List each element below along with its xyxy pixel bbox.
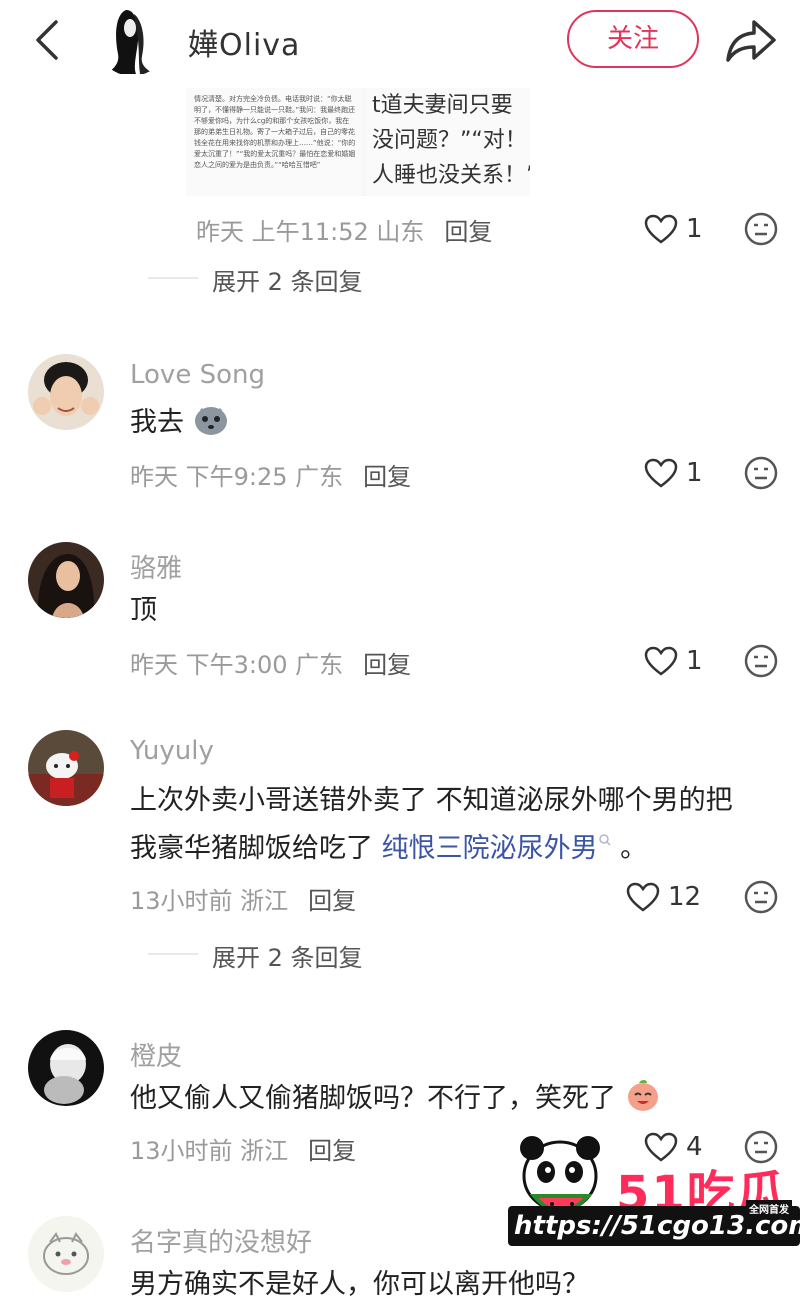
expand-replies-button[interactable]: 展开 2 条回复 xyxy=(212,262,363,297)
like-count: 1 xyxy=(686,458,703,488)
share-icon xyxy=(726,20,776,62)
hashtag-search-link[interactable]: 纯恨三院泌尿外男 xyxy=(382,833,598,864)
chevron-left-icon xyxy=(36,20,58,60)
emoji-reply-icon[interactable] xyxy=(744,644,778,678)
follow-button[interactable]: 关注 xyxy=(567,10,699,68)
like-button[interactable]: 1 xyxy=(644,210,704,250)
emoji-reply-icon[interactable] xyxy=(744,880,778,914)
post-image[interactable]: 情况清楚。对方完全冷负债。电话我时说：“你太聪明了，不懂得静一只能说一只鞋。”我… xyxy=(186,88,530,196)
expand-replies-button[interactable]: 展开 2 条回复 xyxy=(212,938,363,973)
laughing-peach-emoji-icon xyxy=(627,1080,658,1111)
heart-icon xyxy=(644,646,678,676)
like-count: 1 xyxy=(686,214,703,244)
comment-text-line: 上次外卖小哥送错外卖了 不知道泌尿外哪个男的把 xyxy=(130,785,733,816)
commenter-avatar[interactable] xyxy=(28,1216,104,1292)
heart-icon xyxy=(644,214,678,244)
comment-meta: 昨天 上午11:52 山东 回复 xyxy=(196,212,492,247)
comment-time-location: 昨天 下午3:00 广东 xyxy=(130,651,344,679)
divider xyxy=(148,277,198,279)
post-image-text-left: 情况清楚。对方完全冷负债。电话我时说：“你太聪明了，不懂得静一只能说一只鞋。”我… xyxy=(186,88,362,196)
commenter-name[interactable]: Yuyuly xyxy=(130,736,214,766)
watermark-subtitle: 全网首发 xyxy=(746,1200,792,1217)
reply-button[interactable]: 回复 xyxy=(363,463,411,491)
site-watermark: 51吃瓜 https://51cgo13.com 全网首发 xyxy=(508,1130,800,1250)
comment-meta: 13小时前 浙江 回复 xyxy=(130,881,356,916)
author-avatar[interactable] xyxy=(96,4,168,76)
commenter-avatar[interactable] xyxy=(28,354,104,430)
comment-time-location: 昨天 下午9:25 广东 xyxy=(130,463,344,491)
comment-text-line: 我豪华猪脚饭给吃了 纯恨三院泌尿外男 。 xyxy=(130,826,647,872)
post-image-line: 没问题？”“对！ xyxy=(372,128,527,153)
search-small-icon xyxy=(598,834,611,846)
comment-text-body: 我豪华猪脚饭给吃了 xyxy=(130,833,382,864)
comment-text: 我去 xyxy=(130,400,229,446)
like-count: 1 xyxy=(686,646,703,676)
commenter-avatar[interactable] xyxy=(28,1030,104,1106)
reply-button[interactable]: 回复 xyxy=(308,1137,356,1165)
commenter-name[interactable]: Love Song xyxy=(130,360,265,390)
post-image-line: 人睡也没关系！” xyxy=(372,163,530,188)
commenter-name[interactable]: 骆雅 xyxy=(130,548,182,585)
commenter-name[interactable]: 橙皮 xyxy=(130,1036,182,1073)
heart-icon xyxy=(644,458,678,488)
reply-button[interactable]: 回复 xyxy=(308,887,356,915)
comment-time-location: 昨天 上午11:52 山东 xyxy=(196,218,425,246)
comment-time-location: 13小时前 浙江 xyxy=(130,887,289,915)
comment-text: 男方确实不是好人，你可以离开他吗？ xyxy=(130,1269,589,1298)
comment-text-body: 。 xyxy=(611,833,648,864)
emoji-reply-icon[interactable] xyxy=(744,212,778,246)
post-image-text-right: t道夫妻间只要 没问题？”“对！ 人睡也没关系！” xyxy=(366,88,530,196)
reply-button[interactable]: 回复 xyxy=(363,651,411,679)
like-button[interactable]: 12 xyxy=(626,878,706,918)
commenter-avatar[interactable] xyxy=(28,542,104,618)
post-image-line: t道夫妻间只要 xyxy=(372,93,513,118)
comment-text: 顶 xyxy=(130,595,157,626)
emoji-reply-icon[interactable] xyxy=(744,456,778,490)
like-count: 12 xyxy=(668,882,702,912)
author-username[interactable]: 嬅Oliva xyxy=(188,20,300,64)
comment-time-location: 13小时前 浙江 xyxy=(130,1137,289,1165)
divider xyxy=(148,953,198,955)
heart-icon xyxy=(626,882,660,912)
comment-meta: 昨天 下午9:25 广东 回复 xyxy=(130,457,411,492)
scared-face-emoji-icon xyxy=(194,407,227,435)
comment-text: 他又偷人又偷猪脚饭吗？不行了，笑死了 xyxy=(130,1076,661,1122)
like-button[interactable]: 1 xyxy=(644,642,704,682)
like-button[interactable]: 1 xyxy=(644,454,704,494)
top-bar: 嬅Oliva 关注 xyxy=(0,0,800,88)
back-button[interactable] xyxy=(28,18,68,62)
comment-meta: 昨天 下午3:00 广东 回复 xyxy=(130,645,411,680)
share-button[interactable] xyxy=(724,16,778,64)
commenter-avatar[interactable] xyxy=(28,730,104,806)
comment-text-body: 他又偷人又偷猪脚饭吗？不行了，笑死了 xyxy=(130,1083,616,1114)
comment-meta: 13小时前 浙江 回复 xyxy=(130,1131,356,1166)
comment-text-body: 我去 xyxy=(130,407,184,438)
commenter-name[interactable]: 名字真的没想好 xyxy=(130,1222,312,1259)
reply-button[interactable]: 回复 xyxy=(444,218,492,246)
